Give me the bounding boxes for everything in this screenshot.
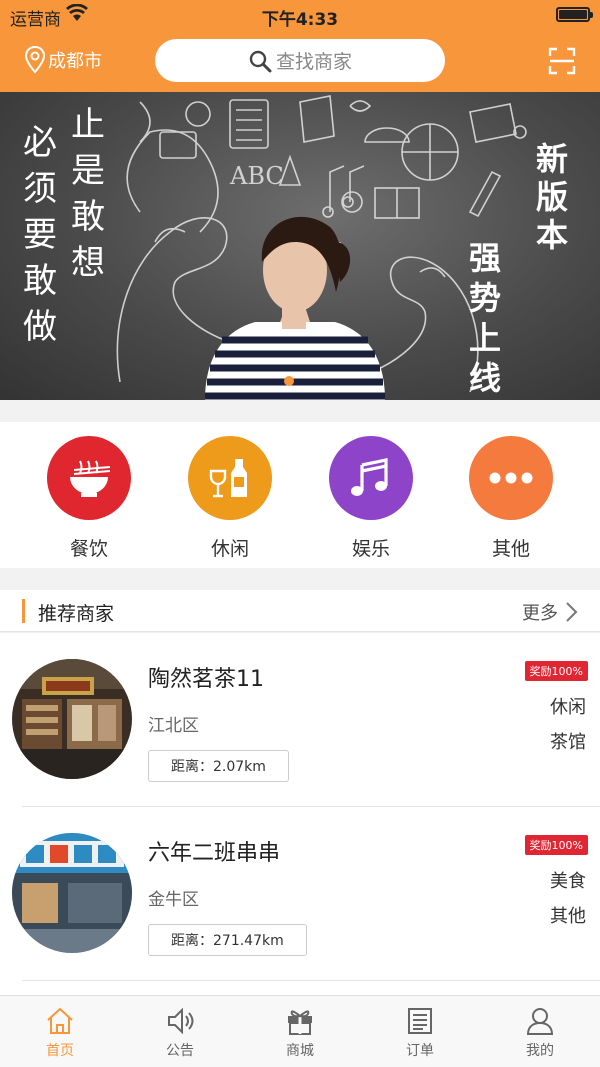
- category-label: 娱乐: [351, 538, 390, 560]
- category-entertainment[interactable]: 娱乐: [329, 436, 413, 561]
- category-label: 休闲: [210, 538, 249, 560]
- merchant-card[interactable]: 六年二班串串 金牛区 距离：271.47km 奖励100% 美食 其他: [0, 807, 600, 981]
- promo-banner[interactable]: ABC 必须要 敢 做 止 是 敢 想 新 版 本 强 势 上 线: [0, 92, 600, 400]
- tab-label: 订单: [406, 1043, 434, 1059]
- city-label: 成都市: [48, 51, 102, 72]
- tab-label: 公告: [166, 1043, 194, 1059]
- category-other[interactable]: 其他: [469, 436, 553, 561]
- more-dots-icon: [469, 436, 553, 520]
- merchant-subcategory-tag: 其他: [550, 906, 586, 927]
- wine-icon: [188, 436, 272, 520]
- noodle-bowl-icon: [47, 436, 131, 520]
- app-header: 运营商 下午4:33 成都市 查找商家: [0, 0, 600, 92]
- divider: [22, 980, 600, 981]
- tab-label: 首页: [46, 1043, 74, 1059]
- gift-icon: [288, 1010, 312, 1035]
- category-label: 其他: [491, 538, 530, 560]
- battery-icon: [556, 7, 593, 22]
- merchant-name: 陶然茗茶11: [148, 667, 264, 692]
- reward-badge: 奖励100%: [524, 661, 588, 681]
- merchant-photo: [12, 833, 132, 953]
- category-leisure[interactable]: 休闲: [188, 436, 272, 561]
- merchant-subcategory-tag: 茶馆: [550, 732, 586, 753]
- speaker-icon: [168, 1007, 194, 1035]
- tab-label: 商城: [286, 1043, 314, 1059]
- chevron-right-icon: [566, 602, 578, 622]
- search-icon: [249, 50, 272, 72]
- merchant-category-tag: 休闲: [550, 697, 586, 718]
- merchant-district: 金牛区: [148, 890, 199, 910]
- section-title: 推荐商家: [38, 603, 115, 625]
- banner-launch-text: 强势上线: [468, 239, 501, 397]
- svg-text:ABC: ABC: [229, 162, 284, 190]
- location-pin-icon: [24, 45, 46, 74]
- home-icon: [47, 1007, 73, 1034]
- recommend-section-header: 推荐商家 更多: [0, 590, 600, 632]
- banner-slogan-col2: 止是敢想: [71, 105, 105, 283]
- merchant-distance: 距离：2.07km: [148, 750, 289, 782]
- more-link[interactable]: 更多: [522, 599, 578, 625]
- tab-orders[interactable]: 订单: [360, 1006, 480, 1060]
- tab-notice[interactable]: 公告: [120, 1006, 240, 1060]
- merchant-card[interactable]: 陶然茗茶11 江北区 距离：2.07km 奖励100% 休闲 茶馆: [0, 633, 600, 807]
- tab-home[interactable]: 首页: [0, 1006, 120, 1060]
- section-accent-bar: [22, 599, 25, 623]
- city-selector[interactable]: 成都市: [24, 44, 102, 76]
- tab-profile[interactable]: 我的: [480, 1006, 600, 1060]
- bottom-tab-bar: 首页 公告 商城 订单 我的: [0, 995, 600, 1067]
- merchant-district: 江北区: [148, 716, 199, 736]
- music-note-icon: [329, 436, 413, 520]
- tab-label: 我的: [526, 1043, 554, 1059]
- user-icon: [526, 1008, 554, 1035]
- merchant-photo: [12, 659, 132, 779]
- category-label: 餐饮: [69, 538, 108, 560]
- more-label: 更多: [522, 603, 558, 624]
- category-grid: 餐饮 休闲 娱乐 其他: [0, 422, 600, 568]
- status-bar: 运营商 下午4:33: [0, 0, 600, 30]
- reward-badge: 奖励100%: [524, 835, 588, 855]
- scan-icon[interactable]: [548, 47, 576, 75]
- clock: 下午4:33: [261, 10, 339, 30]
- merchant-name: 六年二班串串: [148, 841, 281, 866]
- merchant-list: 陶然茗茶11 江北区 距离：2.07km 奖励100% 休闲 茶馆 六年二班串串: [0, 633, 600, 995]
- search-input[interactable]: 查找商家: [155, 39, 445, 82]
- tab-mall[interactable]: 商城: [240, 1006, 360, 1060]
- category-dining[interactable]: 餐饮: [47, 436, 131, 561]
- banner-slogan-col1: 必须要敢做: [23, 123, 57, 347]
- merchant-category-tag: 美食: [550, 871, 586, 892]
- search-placeholder: 查找商家: [275, 51, 352, 73]
- list-icon: [408, 1008, 432, 1034]
- merchant-distance: 距离：271.47km: [148, 924, 307, 956]
- banner-new-version: 新版本: [535, 140, 568, 254]
